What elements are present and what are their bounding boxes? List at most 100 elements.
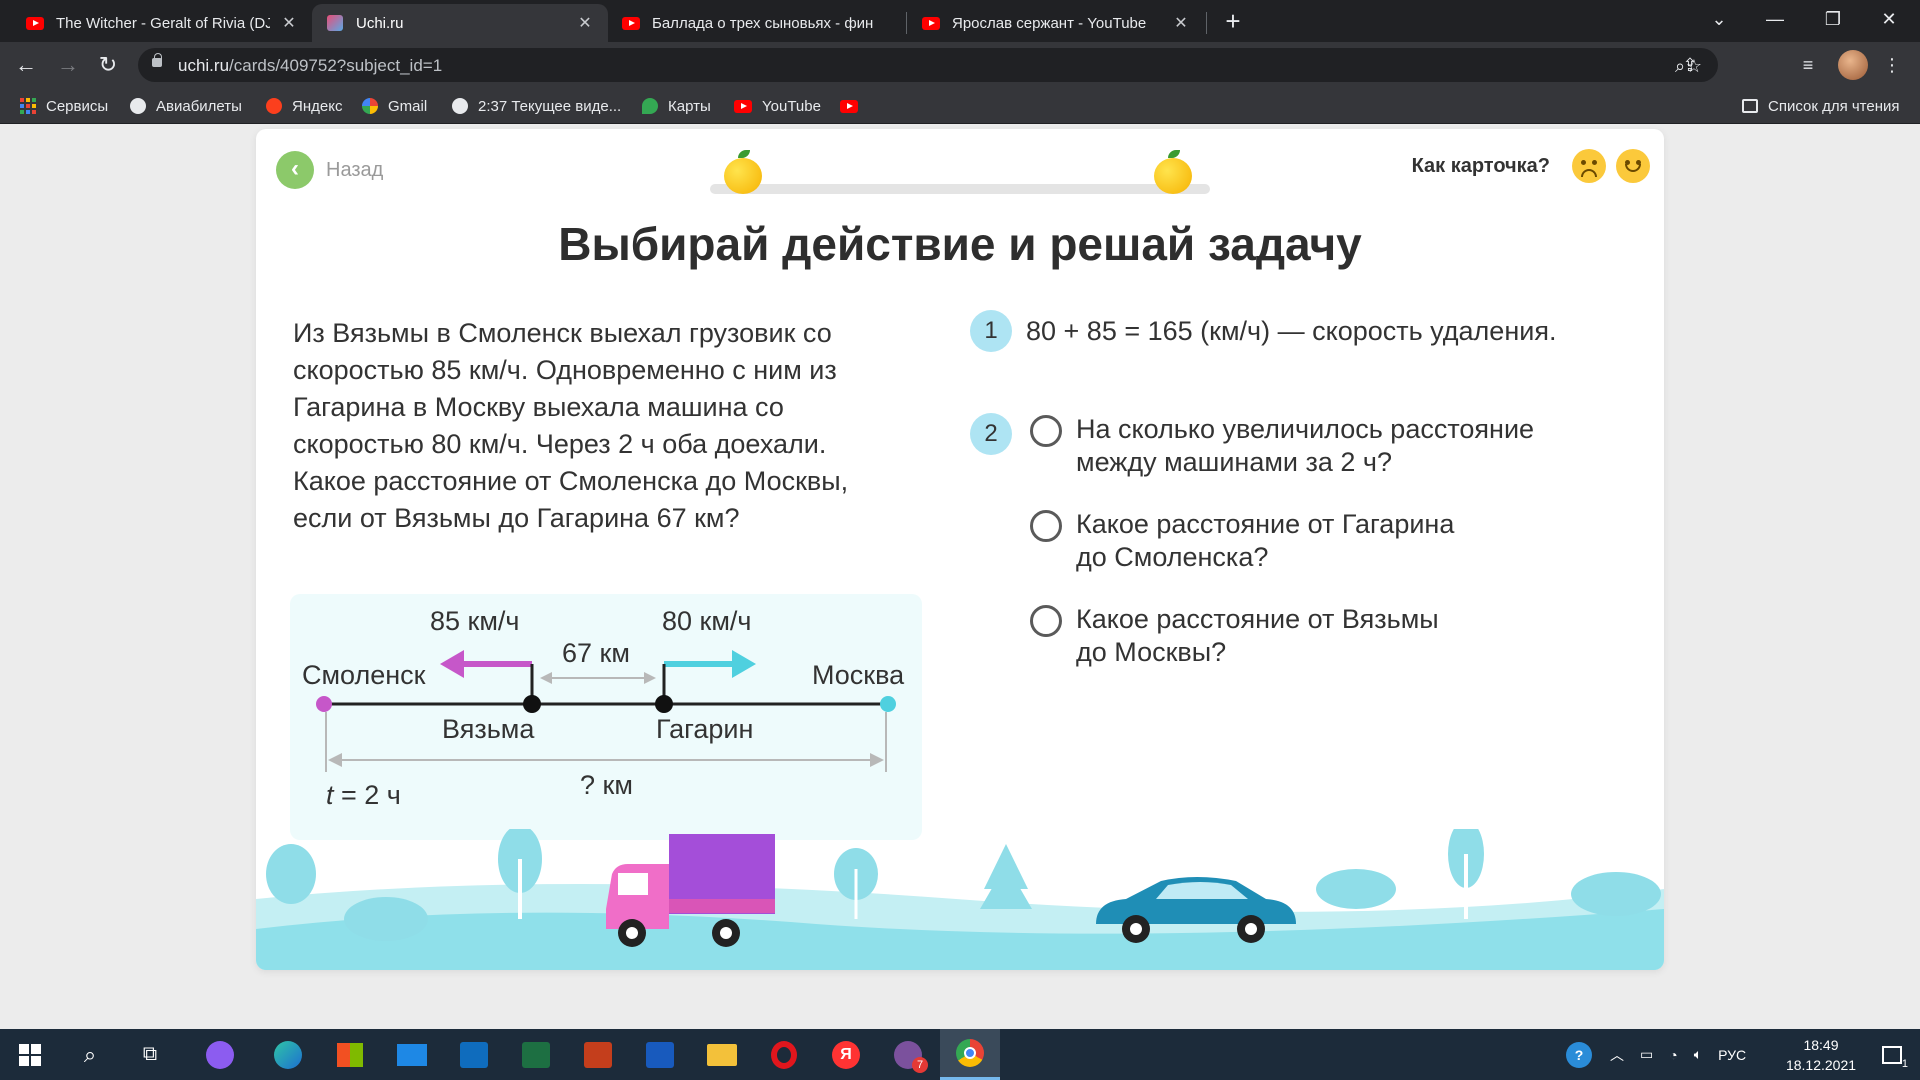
edge-icon[interactable] [258,1029,318,1080]
option-text[interactable]: Какое расстояние от Вязьмы до Москвы? [1076,603,1596,669]
reading-list-icon[interactable]: ≡ [1796,53,1820,77]
bookmark-maps[interactable]: Карты [642,96,711,116]
language-indicator[interactable]: РУС [1718,1047,1746,1063]
chevron-up-icon[interactable]: ︿ [1610,1045,1624,1065]
step-1: 1 80 + 85 = 165 (км/ч) — скорость удален… [970,310,1556,352]
radio-button[interactable] [1030,415,1062,447]
clock[interactable]: 18:49 18.12.2021 [1776,1035,1866,1075]
bookmark-aviatickets[interactable]: Авиабилеты [130,96,242,116]
tab-title: Баллада о трех сыновьях - фин [652,14,874,32]
tab-search-icon[interactable]: ⌄ [1696,0,1742,38]
globe-icon [452,98,468,114]
step-1-text: 80 + 85 = 165 (км/ч) — скорость удаления… [1026,316,1557,346]
youtube-icon [734,99,752,113]
forward-arrow-icon[interactable]: → [52,49,84,81]
option-text[interactable]: На сколько увеличилось расстояние между … [1076,413,1596,479]
reading-list-button[interactable]: Список для чтения [1742,96,1900,116]
opera-icon[interactable] [754,1029,814,1080]
minimize-button[interactable]: — [1752,0,1798,38]
rate-card: Как карточка? [1412,149,1650,183]
profile-avatar[interactable] [1838,50,1868,80]
moscow-point [880,696,896,712]
store-icon[interactable] [320,1029,380,1080]
yandex-browser-icon[interactable]: Я [816,1029,876,1080]
maps-pin-icon [642,98,658,114]
page-title: Выбирай действие и решай задачу [558,218,1362,270]
sad-face-icon[interactable] [1572,149,1606,183]
time-label: t = 2 ч [326,780,401,810]
back-button[interactable]: ‹ Назад [276,151,383,189]
radio-button[interactable] [1030,605,1062,637]
tab-title: The Witcher - Geralt of Rivia (DJ [56,14,270,32]
tab-uchi[interactable]: Uchi.ru ✕ [312,4,608,42]
reload-icon[interactable]: ↻ [92,49,124,81]
answer-option-1[interactable]: На сколько увеличилось расстояние между … [1030,413,1596,479]
notification-center[interactable]: 1 [1872,1029,1912,1080]
happy-face-icon[interactable] [1616,149,1650,183]
bookmark-youtube[interactable]: YouTube [734,96,821,116]
alice-icon[interactable] [190,1029,250,1080]
close-tab-icon[interactable]: ✕ [576,13,594,33]
radio-button[interactable] [1030,510,1062,542]
answer-option-3[interactable]: Какое расстояние от Вязьмы до Москвы? [1030,603,1596,669]
share-icon[interactable]: ⇪ [1678,53,1702,77]
apple-progress-icon [1154,150,1192,194]
volume-icon[interactable]: 🔈︎ [1694,1046,1702,1063]
back-arrow-icon[interactable]: ← [10,49,42,81]
restore-button[interactable]: ❐ [1810,0,1856,38]
tab-ballada[interactable]: Баллада о трех сыновьях - фин [608,4,904,42]
bookmark-services[interactable]: Сервисы [20,96,108,116]
globe-icon [130,98,146,114]
chrome-icon[interactable] [940,1029,1000,1080]
bookmark-youtube-2[interactable] [840,96,858,116]
file-explorer-icon[interactable] [692,1029,752,1080]
problem-line: скоростью 80 км/ч. Через 2 ч оба доехали… [293,429,827,459]
menu-dots-icon[interactable]: ⋮ [1880,53,1904,77]
notification-icon: 1 [1882,1045,1908,1070]
viber-icon[interactable]: 7 [878,1029,938,1080]
battery-icon[interactable]: ▭ [1640,1046,1653,1063]
step-number: 2 [970,413,1012,455]
speed-left-label: 85 км/ч [430,606,520,636]
motion-diagram: 85 км/ч 80 км/ч 67 км Смоленск Москва Вя… [290,594,922,840]
bookmark-yandex[interactable]: Яндекс [266,96,342,116]
new-tab-button[interactable]: + [1218,6,1248,36]
tab-yaroslav[interactable]: Ярослав сержант - YouTube ✕ [908,4,1204,42]
tab-separator [1206,12,1207,34]
close-tab-icon[interactable]: ✕ [1172,13,1190,33]
youtube-icon [840,99,858,113]
windows-start-icon[interactable] [0,1029,60,1080]
arrow-left-icon [440,650,464,678]
problem-line: Из Вязьмы в Смоленск выехал грузовик со [293,318,832,348]
word-icon[interactable] [630,1029,690,1080]
task-view-icon[interactable]: ⧉ [120,1029,180,1080]
wifi-icon[interactable]: ◔ [1669,1047,1677,1063]
excel-icon[interactable] [506,1029,566,1080]
rate-question: Как карточка? [1411,154,1550,177]
yandex-icon [266,98,282,114]
search-icon[interactable]: ⌕ [60,1029,120,1080]
close-tab-icon[interactable]: ✕ [280,13,298,33]
lock-icon[interactable] [152,53,162,67]
address-bar[interactable]: uchi.ru/cards/409752?subject_id=1 ⌕ ☆ [138,48,1718,82]
date-text: 18.12.2021 [1785,1057,1857,1073]
option-text[interactable]: Какое расстояние от Гагарина до Смоленск… [1076,508,1596,574]
progress-track [710,150,1210,194]
outlook-icon[interactable] [444,1029,504,1080]
url-text[interactable]: uchi.ru/cards/409752?subject_id=1 [178,56,442,76]
powerpoint-icon[interactable] [568,1029,628,1080]
help-icon[interactable]: ? [1566,1041,1592,1068]
close-window-button[interactable]: ✕ [1866,0,1912,38]
point-left-label: Вязьма [442,714,535,744]
mail-icon[interactable] [382,1029,442,1080]
system-tray: ? ︿ ▭ ◔ 🔈︎ РУС [1566,1029,1746,1080]
back-label: Назад [326,158,384,181]
step-number: 1 [970,310,1012,352]
tab-witcher[interactable]: The Witcher - Geralt of Rivia (DJ ✕ [12,4,312,42]
tab-title: Uchi.ru [356,14,404,32]
tab-title: Ярослав сержант - YouTube [952,14,1147,32]
bookmark-gmail[interactable]: Gmail [362,96,427,116]
speed-right-label: 80 км/ч [662,606,752,636]
answer-option-2[interactable]: Какое расстояние от Гагарина до Смоленск… [1030,508,1596,574]
bookmark-current-video[interactable]: 2:37 Текущее виде... [452,96,621,116]
